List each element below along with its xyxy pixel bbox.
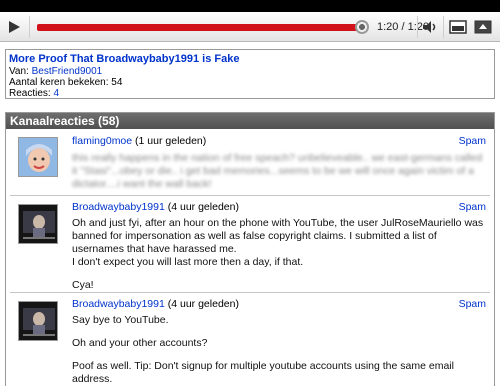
avatar[interactable] <box>18 301 58 341</box>
views-line: Aantal keren bekeken: 54 <box>9 77 491 88</box>
avatar[interactable] <box>18 137 58 177</box>
video-title-link[interactable]: More Proof That Broadwaybaby1991 is Fake <box>9 52 491 66</box>
avatar-image <box>19 302 57 340</box>
comment-paragraph: Oh and your other accounts? <box>72 337 208 349</box>
comment-author-link[interactable]: Broadwaybaby1991 <box>72 201 165 213</box>
fullscreen-icon[interactable] <box>474 18 492 36</box>
channel-comments-panel: Kanaalreacties (58) flaming0moe (1 uur g… <box>5 112 495 386</box>
spam-link[interactable]: Spam <box>459 298 486 310</box>
comment-item: Broadwaybaby1991 (4 uur geleden) Say bye… <box>10 293 490 386</box>
comment-item: Broadwaybaby1991 (4 uur geleden) Oh and … <box>10 196 490 293</box>
comment-age: (4 uur geleden) <box>164 298 239 310</box>
player-controls: 1:20 / 1:20 <box>0 12 500 42</box>
panel-title: Kanaalreacties (58) <box>6 113 494 129</box>
comment-age: (4 uur geleden) <box>164 201 239 213</box>
comment-text: Say bye to YouTube. Oh and your other ac… <box>72 314 484 386</box>
from-label: Van: <box>9 66 32 77</box>
avatar-image <box>19 138 57 176</box>
comment-paragraph: Say bye to YouTube. <box>72 314 169 326</box>
comment-text-blurred: this really happens in the nation of fre… <box>72 152 483 190</box>
spam-link[interactable]: Spam <box>459 135 486 147</box>
comment-item: flaming0moe (1 uur geleden) this really … <box>10 129 490 196</box>
replies-line: Reacties: 4 <box>9 88 491 99</box>
views-label: Aantal keren bekeken: <box>9 77 112 88</box>
comment-paragraph: Cya! <box>72 279 94 291</box>
progress-track[interactable] <box>37 24 367 31</box>
play-icon[interactable] <box>6 19 22 35</box>
scrubber-handle[interactable] <box>355 20 369 34</box>
avatar[interactable] <box>18 204 58 244</box>
progress-fill <box>37 24 367 31</box>
comment-body: Broadwaybaby1991 (4 uur geleden) Oh and … <box>72 201 484 292</box>
uploader-line: Van: BestFriend9001 <box>9 66 491 77</box>
current-time: 1:20 <box>377 21 399 33</box>
comment-paragraph: Poof as well. Tip: Don't signup for mult… <box>72 360 454 385</box>
spam-link[interactable]: Spam <box>459 201 486 213</box>
divider <box>417 16 418 38</box>
divider <box>443 16 444 38</box>
video-info-box: More Proof That Broadwaybaby1991 is Fake… <box>5 49 495 99</box>
comment-author-link[interactable]: flaming0moe <box>72 135 132 147</box>
time-separator: / <box>398 21 408 33</box>
views-count: 54 <box>111 77 123 88</box>
replies-label: Reacties: <box>9 88 54 99</box>
video-area[interactable] <box>0 0 500 12</box>
comment-text: Oh and just fyi, after an hour on the ph… <box>72 217 484 292</box>
volume-icon[interactable] <box>421 18 439 36</box>
divider <box>29 16 30 38</box>
comment-paragraph: I don't expect you will last more then a… <box>72 256 304 268</box>
replies-link[interactable]: 4 <box>53 88 59 99</box>
avatar-image <box>19 205 57 243</box>
comment-paragraph: Oh and just fyi, after an hour on the ph… <box>72 217 484 255</box>
normal-size-icon[interactable] <box>449 18 467 36</box>
uploader-link[interactable]: BestFriend9001 <box>32 66 103 77</box>
comment-body: Broadwaybaby1991 (4 uur geleden) Say bye… <box>72 298 484 386</box>
comment-body: flaming0moe (1 uur geleden) this really … <box>72 135 484 191</box>
comment-author-link[interactable]: Broadwaybaby1991 <box>72 298 165 310</box>
comment-age: (1 uur geleden) <box>132 135 207 147</box>
